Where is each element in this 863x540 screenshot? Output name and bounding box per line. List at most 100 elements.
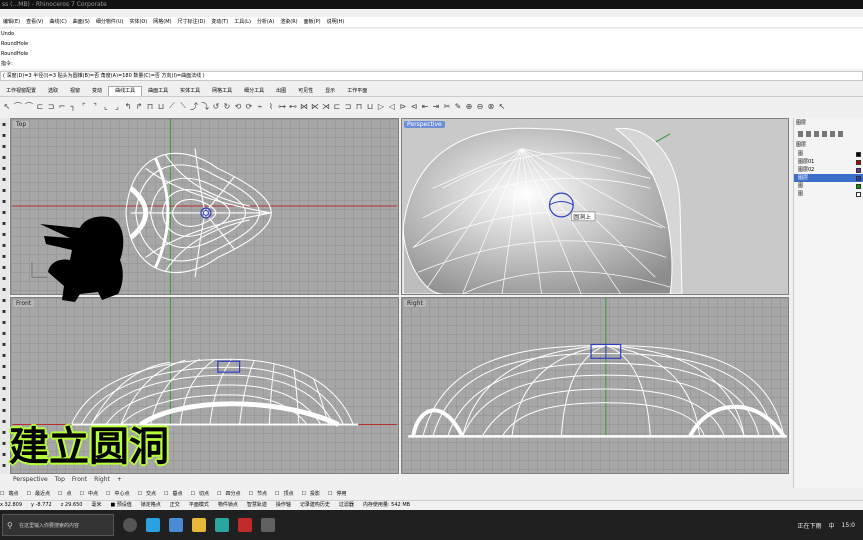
curve-tool-icon[interactable]: ⊲ [409, 100, 419, 112]
toolbar-tab[interactable]: 选取 [42, 86, 64, 97]
toolbar-tab[interactable]: 工作平面 [341, 86, 373, 97]
curve-tool-icon[interactable]: ⌒ [13, 100, 23, 112]
status-item[interactable]: 内存使用量: 542 MB [363, 502, 410, 508]
folder-icon[interactable] [192, 518, 206, 532]
menu-item[interactable]: 曲线(C) [49, 19, 66, 25]
status-item[interactable]: z 29.650 [61, 502, 83, 508]
viewport-tab[interactable]: Front [72, 476, 87, 483]
curve-tool-icon[interactable]: ↻ [222, 100, 232, 112]
curve-tool-icon[interactable]: ⤵ [200, 100, 210, 112]
osnap-option[interactable]: ☐ 垂点 [164, 491, 187, 497]
move-up-icon[interactable] [822, 131, 827, 137]
viewport-right[interactable]: Right [401, 297, 789, 474]
side-tool-icon[interactable]: ▪ [0, 220, 8, 228]
side-tool-icon[interactable]: ▪ [0, 176, 8, 184]
side-tool-icon[interactable]: ▪ [0, 308, 8, 316]
menu-item[interactable]: 细分物件(U) [96, 19, 124, 25]
curve-tool-icon[interactable]: ⋈ [299, 100, 309, 112]
curve-tool-icon[interactable]: ⊓ [145, 100, 155, 112]
curve-tool-icon[interactable]: ⊏ [332, 100, 342, 112]
curve-tool-icon[interactable]: ◁ [387, 100, 397, 112]
curve-tool-icon[interactable]: ↱ [134, 100, 144, 112]
menu-item[interactable]: 网格(M) [153, 19, 171, 25]
curve-tool-icon[interactable]: ⇤ [420, 100, 430, 112]
viewport-label-top[interactable]: Top [13, 121, 30, 128]
curve-tool-icon[interactable]: ✎ [453, 100, 463, 112]
curve-tool-icon[interactable]: ⊔ [156, 100, 166, 112]
side-tool-icon[interactable]: ▪ [0, 462, 8, 470]
side-tool-icon[interactable]: ▪ [0, 341, 8, 349]
toolbar-tab[interactable]: 细分工具 [238, 86, 270, 97]
checkbox-icon[interactable]: ☐ [302, 491, 306, 497]
layer-color-swatch[interactable] [856, 167, 861, 173]
toolbar-tab[interactable]: 网格工具 [206, 86, 238, 97]
side-tool-icon[interactable]: ▪ [0, 407, 8, 415]
osnap-option[interactable]: ☐ 节点 [249, 491, 272, 497]
edge-icon[interactable] [146, 518, 160, 532]
viewport-label-perspective[interactable]: Perspective [404, 121, 445, 128]
side-tool-icon[interactable]: ▪ [0, 330, 8, 338]
app-icon[interactable] [215, 518, 229, 532]
curve-tool-icon[interactable]: ⌁ [255, 100, 265, 112]
checkbox-icon[interactable]: ☐ [275, 491, 279, 497]
filter-icon[interactable] [838, 131, 843, 137]
side-tool-icon[interactable]: ▪ [0, 275, 8, 283]
side-tool-icon[interactable]: ▪ [0, 352, 8, 360]
menu-item[interactable]: 面板(P) [304, 19, 321, 25]
checkbox-icon[interactable]: ☐ [106, 491, 110, 497]
curve-tool-icon[interactable]: ⊕ [464, 100, 474, 112]
move-down-icon[interactable] [830, 131, 835, 137]
osnap-option[interactable]: ☐ 点 [58, 491, 76, 497]
toolbar-tab[interactable]: 曲面工具 [142, 86, 174, 97]
toolbar-tab[interactable]: 出图 [270, 86, 292, 97]
curve-tool-icon[interactable]: ⊶ [277, 100, 287, 112]
osnap-option[interactable]: ☐ 切点 [191, 491, 214, 497]
curve-tool-icon[interactable]: ⊔ [365, 100, 375, 112]
side-tool-icon[interactable]: ▪ [0, 374, 8, 382]
layer-row[interactable]: 图层 [794, 174, 863, 182]
osnap-option[interactable]: ☐ 停用 [328, 491, 351, 497]
ime-indicator[interactable]: 中 [829, 521, 835, 530]
curve-tool-icon[interactable]: ⊓ [354, 100, 364, 112]
checkbox-icon[interactable]: ☐ [249, 491, 253, 497]
side-tool-icon[interactable]: ▪ [0, 165, 8, 173]
checkbox-icon[interactable]: ☐ [191, 491, 195, 497]
layer-color-swatch[interactable] [856, 175, 861, 181]
status-item[interactable]: x 32.809 [0, 502, 22, 508]
side-tool-icon[interactable]: ▪ [0, 429, 8, 437]
curve-tool-icon[interactable]: ⊖ [475, 100, 485, 112]
osnap-option[interactable]: ☐ 投影 [302, 491, 325, 497]
checkbox-icon[interactable]: ☐ [58, 491, 62, 497]
side-tool-icon[interactable]: ▪ [0, 209, 8, 217]
side-tool-icon[interactable]: ▪ [0, 418, 8, 426]
side-tool-icon[interactable]: ▪ [0, 319, 8, 327]
viewport-tab[interactable]: + [117, 476, 122, 483]
side-tool-icon[interactable]: ▪ [0, 242, 8, 250]
osnap-option[interactable]: ☐ 顶点 [275, 491, 298, 497]
toolbar-tab[interactable]: 实体工具 [174, 86, 206, 97]
task-view-icon[interactable] [123, 518, 137, 532]
status-item[interactable]: ■ 预设值 [110, 502, 131, 508]
status-item[interactable]: 正交 [170, 502, 180, 508]
curve-tool-icon[interactable]: ⌞ [101, 100, 111, 112]
curve-tool-icon[interactable]: ⤴ [189, 100, 199, 112]
copy-layer-icon[interactable] [806, 131, 811, 137]
toolbar-tab[interactable]: 变动 [86, 86, 108, 97]
new-layer-icon[interactable] [798, 131, 803, 137]
side-tool-icon[interactable]: ▪ [0, 143, 8, 151]
store-icon[interactable] [169, 518, 183, 532]
side-tool-icon[interactable]: ▪ [0, 385, 8, 393]
side-tool-icon[interactable]: ▪ [0, 154, 8, 162]
viewport-perspective[interactable]: Perspective 圆洞上 [401, 118, 789, 295]
curve-tool-icon[interactable]: ⊳ [398, 100, 408, 112]
toolbar-tab[interactable]: 曲线工具 [108, 86, 143, 96]
viewport-tab[interactable]: Perspective [13, 476, 48, 483]
curve-tool-icon[interactable]: ⟳ [244, 100, 254, 112]
checkbox-icon[interactable]: ☐ [328, 491, 332, 497]
menu-item[interactable]: 曲面(S) [73, 19, 90, 25]
curve-tool-icon[interactable]: ⋊ [321, 100, 331, 112]
toolbar-tab[interactable]: 可见性 [292, 86, 319, 97]
checkbox-icon[interactable]: ☐ [138, 491, 142, 497]
layer-color-swatch[interactable] [856, 183, 861, 189]
curve-tool-icon[interactable]: ⌟ [112, 100, 122, 112]
